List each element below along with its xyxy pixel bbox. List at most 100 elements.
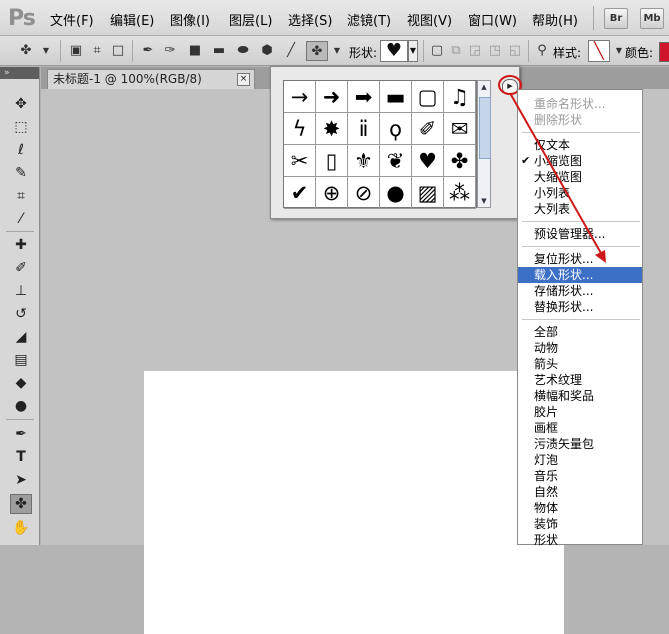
clone-stamp-tool-icon[interactable]: ⊥	[10, 281, 32, 301]
thumbtack-icon[interactable]: ✐	[412, 113, 444, 145]
freeform-pen-icon[interactable]: ✑	[162, 42, 178, 58]
type-tool-icon[interactable]: T	[10, 447, 32, 467]
checkmark-icon[interactable]: ✔	[284, 177, 316, 209]
scroll-up-icon[interactable]: ▲	[478, 81, 490, 93]
fill-pixels-icon[interactable]: □	[110, 42, 126, 58]
menu-window[interactable]: 窗口(W)	[468, 10, 517, 29]
checker-pattern-icon[interactable]: ⁂	[444, 177, 476, 209]
menu-item-film[interactable]: 胶片	[518, 404, 642, 420]
menu-item-light-bulbs[interactable]: 灯泡	[518, 452, 642, 468]
exclude-area-icon[interactable]: ◱	[507, 42, 523, 58]
envelope-icon[interactable]: ✉	[444, 113, 476, 145]
blur-tool-icon[interactable]: ◆	[10, 373, 32, 393]
menu-item-shapes[interactable]: 形状	[518, 532, 642, 548]
ellipse-icon[interactable]: ⬬	[235, 42, 251, 58]
marquee-tool-icon[interactable]: ⬚	[10, 117, 32, 137]
shape-grid-scrollbar[interactable]: ▲ ▼	[477, 80, 491, 208]
frame-icon[interactable]: ▢	[412, 81, 444, 113]
scissors-icon[interactable]: ✂	[284, 145, 316, 177]
pen-tool-icon[interactable]: ✒	[10, 424, 32, 444]
menu-item-save-shapes[interactable]: 存储形状...	[518, 283, 642, 299]
dodge-tool-icon[interactable]: ●	[10, 396, 32, 416]
close-icon[interactable]: ×	[237, 73, 250, 86]
document-tab[interactable]: 未标题-1 @ 100%(RGB/8) ×	[47, 69, 255, 89]
intersect-area-icon[interactable]: ◳	[487, 42, 503, 58]
menu-item-small-list[interactable]: 小列表	[518, 185, 642, 201]
link-icon[interactable]: ⚲	[534, 42, 550, 58]
custom-shape-icon[interactable]: ✤	[306, 41, 328, 61]
lasso-tool-icon[interactable]: ℓ	[10, 140, 32, 160]
history-brush-tool-icon[interactable]: ↺	[10, 304, 32, 324]
menu-item-artistic-textures[interactable]: 艺术纹理	[518, 372, 642, 388]
style-swatch[interactable]: ╲	[588, 40, 610, 62]
banner-icon[interactable]: ▬	[380, 81, 412, 113]
path-select-tool-icon[interactable]: ➤	[10, 470, 32, 490]
hand-tool-icon[interactable]: ✋	[10, 518, 32, 538]
menu-filter[interactable]: 滤镜(T)	[347, 10, 391, 29]
menu-item-text-only[interactable]: 仅文本	[518, 137, 642, 153]
menu-select[interactable]: 选择(S)	[288, 10, 332, 29]
subtract-area-icon[interactable]: ◲	[467, 42, 483, 58]
toolbox-collapse[interactable]: »	[0, 67, 39, 79]
menu-item-all[interactable]: 全部	[518, 324, 642, 340]
menu-item-arrows[interactable]: 箭头	[518, 356, 642, 372]
grass-icon[interactable]: ⅱ	[348, 113, 380, 145]
crop-tool-icon[interactable]: ⌗	[10, 186, 32, 206]
menu-item-nature[interactable]: 自然	[518, 484, 642, 500]
pen-icon[interactable]: ✒	[140, 42, 156, 58]
starburst-icon[interactable]: ✸	[316, 113, 348, 145]
scroll-down-icon[interactable]: ▼	[478, 195, 490, 207]
target-icon[interactable]: ⊕	[316, 177, 348, 209]
arrow-icon[interactable]: ➜	[316, 81, 348, 113]
menu-item-small-thumbnail[interactable]: ✔ 小缩览图	[518, 153, 642, 169]
current-shape-swatch[interactable]: ♥	[380, 40, 408, 62]
blob-icon[interactable]: ✤	[444, 145, 476, 177]
polygon-icon[interactable]: ⬢	[259, 42, 275, 58]
rounded-rectangle-icon[interactable]: ▬	[211, 42, 227, 58]
preset-dropdown-icon[interactable]: ▼	[38, 42, 54, 58]
menu-image[interactable]: 图像(I)	[170, 10, 210, 29]
menu-item-preset-manager[interactable]: 预设管理器...	[518, 226, 642, 242]
hatch-pattern-icon[interactable]: ▨	[412, 177, 444, 209]
quick-select-tool-icon[interactable]: ✎	[10, 163, 32, 183]
menu-file[interactable]: 文件(F)	[50, 10, 94, 29]
heart-icon[interactable]: ♥	[412, 145, 444, 177]
custom-shape-preset-icon[interactable]: ✤	[18, 42, 34, 58]
paw-print-icon[interactable]: ❦	[380, 145, 412, 177]
custom-shape-tool-icon[interactable]: ✤	[10, 494, 32, 514]
geometry-options-icon[interactable]: ▼	[329, 42, 345, 58]
fleur-de-lis-icon[interactable]: ⚜	[348, 145, 380, 177]
paths-mode-icon[interactable]: ⌗	[89, 42, 105, 58]
new-layer-mode-icon[interactable]: ▢	[429, 42, 445, 58]
menu-layer[interactable]: 图层(L)	[229, 10, 272, 29]
music-note-icon[interactable]: ♫	[444, 81, 476, 113]
menu-item-large-list[interactable]: 大列表	[518, 201, 642, 217]
bold-arrow-icon[interactable]: ➡	[348, 81, 380, 113]
mini-bridge-button[interactable]: Mb	[640, 8, 664, 29]
no-sign-icon[interactable]: ⊘	[348, 177, 380, 209]
add-to-area-icon[interactable]: ⧉	[448, 42, 464, 58]
color-swatch[interactable]	[659, 42, 669, 62]
line-icon[interactable]: ╱	[283, 42, 299, 58]
menu-item-replace-shapes[interactable]: 替换形状...	[518, 299, 642, 315]
eyedropper-tool-icon[interactable]: ⁄	[10, 209, 32, 229]
menu-item-banners-awards[interactable]: 横幅和奖品	[518, 388, 642, 404]
lightning-icon[interactable]: ϟ	[284, 113, 316, 145]
menu-edit[interactable]: 编辑(E)	[110, 10, 154, 29]
shape-layers-icon[interactable]: ▣	[68, 42, 84, 58]
shape-picker-dropdown[interactable]: ▼	[408, 40, 418, 62]
menu-item-objects[interactable]: 物体	[518, 500, 642, 516]
thin-arrow-icon[interactable]: →	[284, 81, 316, 113]
menu-item-delete-shape[interactable]: 删除形状	[518, 112, 642, 128]
gradient-tool-icon[interactable]: ▤	[10, 350, 32, 370]
menu-item-load-shapes[interactable]: 载入形状...	[518, 267, 642, 283]
brush-tool-icon[interactable]: ✐	[10, 258, 32, 278]
menu-item-ornaments[interactable]: 装饰	[518, 516, 642, 532]
scroll-thumb[interactable]	[479, 97, 491, 159]
bridge-button[interactable]: Br	[604, 8, 628, 29]
blank-frame-icon[interactable]: ▯	[316, 145, 348, 177]
menu-help[interactable]: 帮助(H)	[532, 10, 578, 29]
canvas[interactable]	[144, 371, 564, 634]
menu-item-grime-vector-pack[interactable]: 污渍矢量包	[518, 436, 642, 452]
menu-item-frames[interactable]: 画框	[518, 420, 642, 436]
